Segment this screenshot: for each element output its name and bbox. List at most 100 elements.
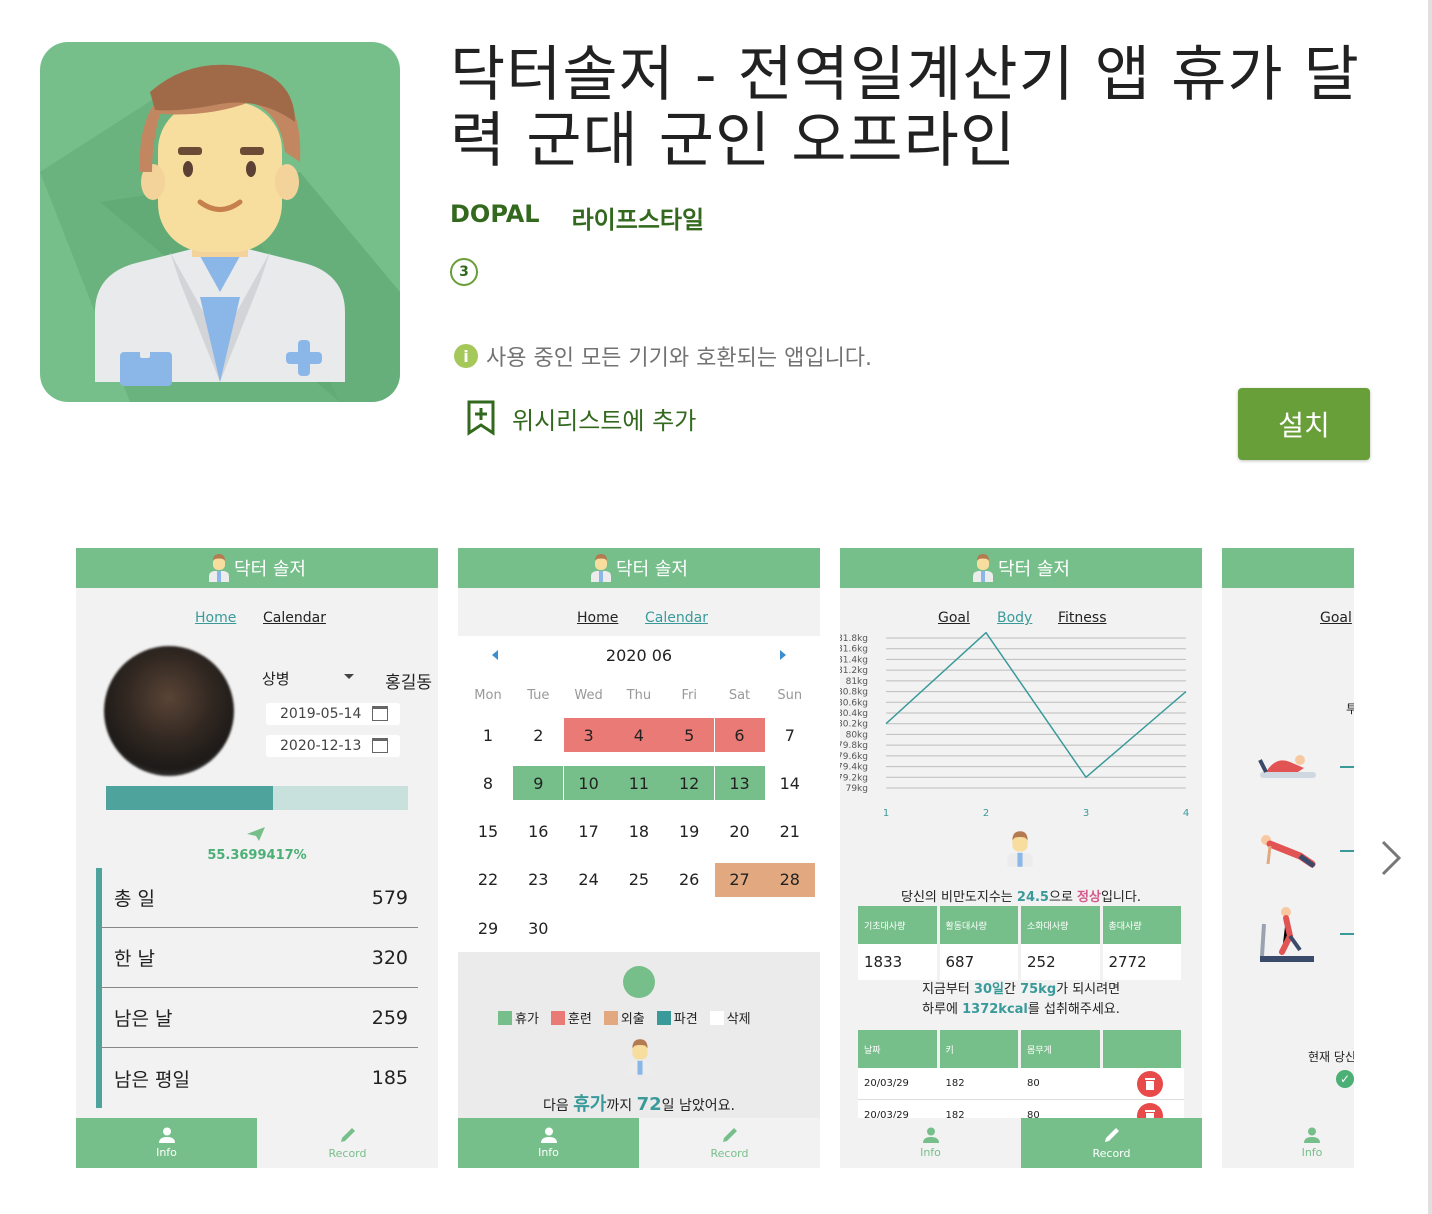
calendar-day[interactable]: 3 (563, 718, 614, 752)
enlist-date-field[interactable]: 2019-05-14 (266, 703, 400, 725)
calendar-day[interactable]: 25 (614, 863, 664, 897)
tab-goal[interactable]: Goal (1320, 610, 1352, 626)
trash-icon (1144, 1077, 1155, 1090)
calendar-day[interactable]: 29 (463, 911, 513, 945)
calendar-day[interactable]: 24 (564, 863, 614, 897)
tab-calendar[interactable]: Calendar (263, 610, 326, 626)
stat-value: 185 (371, 1067, 408, 1089)
progress-fill (106, 786, 274, 810)
screenshot-4[interactable]: Goal 투 현재 당신 ✓ Info (1222, 548, 1354, 1168)
table-header-cell: 소화대사량 (1021, 906, 1103, 944)
x-tick-label: 2 (983, 808, 989, 819)
calendar-day[interactable]: 30 (513, 911, 563, 945)
pencil-icon (340, 1128, 355, 1142)
tab-fitness[interactable]: Fitness (1058, 610, 1107, 626)
calendar-day[interactable]: 28 (764, 862, 815, 897)
developer-row: DOPAL 라이프스타일 (450, 200, 704, 235)
table-row: 20/03/29 182 80 (858, 1068, 1184, 1100)
weekday-label: Thu (626, 688, 652, 703)
calendar-day[interactable]: 18 (614, 815, 664, 849)
nav-record[interactable]: Record (1021, 1118, 1202, 1168)
table-header-cell: 몸무게 (1021, 1030, 1103, 1068)
y-tick-label: 81kg (846, 677, 868, 687)
nav-record[interactable]: Record (257, 1118, 438, 1168)
calendar-day[interactable]: 12 (664, 766, 715, 801)
rank-select[interactable]: 상병 (262, 668, 290, 693)
developer-link[interactable]: DOPAL (450, 200, 540, 235)
nav-info[interactable]: Info (840, 1118, 1021, 1168)
calendar-day[interactable]: 23 (513, 863, 563, 897)
screenshot-3[interactable]: 닥터 솔저 Goal Body Fitness 81.8kg 81.6kg 81.4… (840, 548, 1202, 1168)
calendar-day[interactable]: 21 (765, 815, 815, 849)
tab-body[interactable]: Body (997, 610, 1032, 626)
stat-row-done: 한 날 320 (96, 928, 418, 988)
person-icon (1304, 1127, 1320, 1143)
nav-label: Record (328, 1147, 367, 1160)
header-title: 닥터 솔저 (998, 559, 1070, 580)
y-tick-label: 80.6kg (840, 698, 868, 708)
legend-dispatch[interactable]: 파견 (656, 1008, 698, 1027)
profile-avatar[interactable] (104, 646, 234, 776)
legend-delete[interactable]: 삭제 (709, 1008, 751, 1027)
table-cell: 252 (1021, 944, 1103, 980)
content-rating-badge: 3 (450, 258, 478, 286)
bottom-nav: Info Record (458, 1118, 820, 1168)
calendar-day[interactable]: 5 (664, 718, 715, 752)
install-button[interactable]: 설치 (1238, 388, 1370, 460)
doctor-icon (973, 554, 994, 582)
table-header-cell: 날짜 (858, 1030, 940, 1068)
paper-plane-icon (247, 827, 265, 841)
calendar-day[interactable]: 20 (715, 815, 765, 849)
table-cell: 1833 (858, 944, 940, 980)
y-tick-label: 80.8kg (840, 688, 868, 698)
legend-training[interactable]: 훈련 (550, 1008, 592, 1027)
calendar-day[interactable]: 26 (664, 863, 714, 897)
calendar-day[interactable]: 1 (463, 718, 513, 752)
weekday-label: Tue (527, 688, 550, 703)
tab-calendar[interactable]: Calendar (645, 610, 708, 626)
goal-text: 지금부터 30일간 75kg가 되시려면 하루에 1372kcal를 섭취해주세… (921, 982, 1121, 1017)
calendar-day[interactable]: 19 (664, 815, 714, 849)
tab-home[interactable]: Home (577, 610, 618, 626)
discharge-date-field[interactable]: 2020-12-13 (266, 735, 400, 757)
calendar-day[interactable]: 14 (765, 766, 815, 800)
partial-text: 투 (1346, 702, 1354, 716)
calendar-day[interactable]: 16 (513, 815, 563, 849)
screenshot-1[interactable]: 닥터 솔저 Home Calendar 상병 홍길동 2019-05-14 20… (76, 548, 438, 1168)
chevron-right-icon[interactable] (1378, 838, 1404, 878)
calendar-day[interactable]: 8 (463, 766, 513, 800)
calendar-day[interactable]: 22 (463, 863, 513, 897)
legend-vacation[interactable]: 휴가 (498, 1008, 539, 1027)
nav-info[interactable]: Info (1222, 1118, 1354, 1168)
calendar-day[interactable]: 13 (714, 766, 765, 801)
nav-info[interactable]: Info (458, 1118, 639, 1168)
category-link[interactable]: 라이프스타일 (572, 200, 704, 235)
screenshot-2[interactable]: 닥터 솔저 Home Calendar 2020 06 Mon Tue Wed Thu… (458, 548, 820, 1168)
calendar-day[interactable]: 9 (513, 766, 564, 801)
calendar-month: 2020 06 (605, 646, 673, 665)
tab-home[interactable]: Home (195, 610, 236, 626)
calendar-day[interactable]: 7 (765, 718, 815, 752)
y-tick-label: 79.4kg (840, 763, 868, 773)
nav-record[interactable]: Record (639, 1118, 820, 1168)
nav-label: Info (1301, 1146, 1323, 1159)
add-event-button[interactable] (623, 966, 655, 998)
calendar-day[interactable]: 17 (564, 815, 614, 849)
calendar-day[interactable]: 27 (714, 862, 765, 897)
person-icon (922, 1127, 939, 1143)
calendar-day[interactable]: 6 (714, 718, 765, 752)
weekday-label: Wed (574, 688, 603, 703)
chevron-down-icon[interactable] (344, 674, 354, 679)
calendar-day[interactable]: 10 (563, 766, 614, 801)
calendar-day[interactable]: 15 (463, 815, 513, 849)
add-to-wishlist-button[interactable]: 위시리스트에 추가 (466, 400, 696, 436)
nav-info[interactable]: Info (76, 1118, 257, 1168)
legend-outing[interactable]: 외출 (603, 1008, 645, 1027)
divider-line (1340, 933, 1354, 935)
calendar-day[interactable]: 4 (613, 718, 664, 752)
tab-goal[interactable]: Goal (938, 610, 970, 626)
calendar-day[interactable]: 11 (613, 766, 664, 801)
calendar-day[interactable]: 2 (513, 718, 563, 752)
next-month-icon[interactable] (780, 650, 786, 660)
delete-record-button[interactable] (1136, 1070, 1163, 1097)
